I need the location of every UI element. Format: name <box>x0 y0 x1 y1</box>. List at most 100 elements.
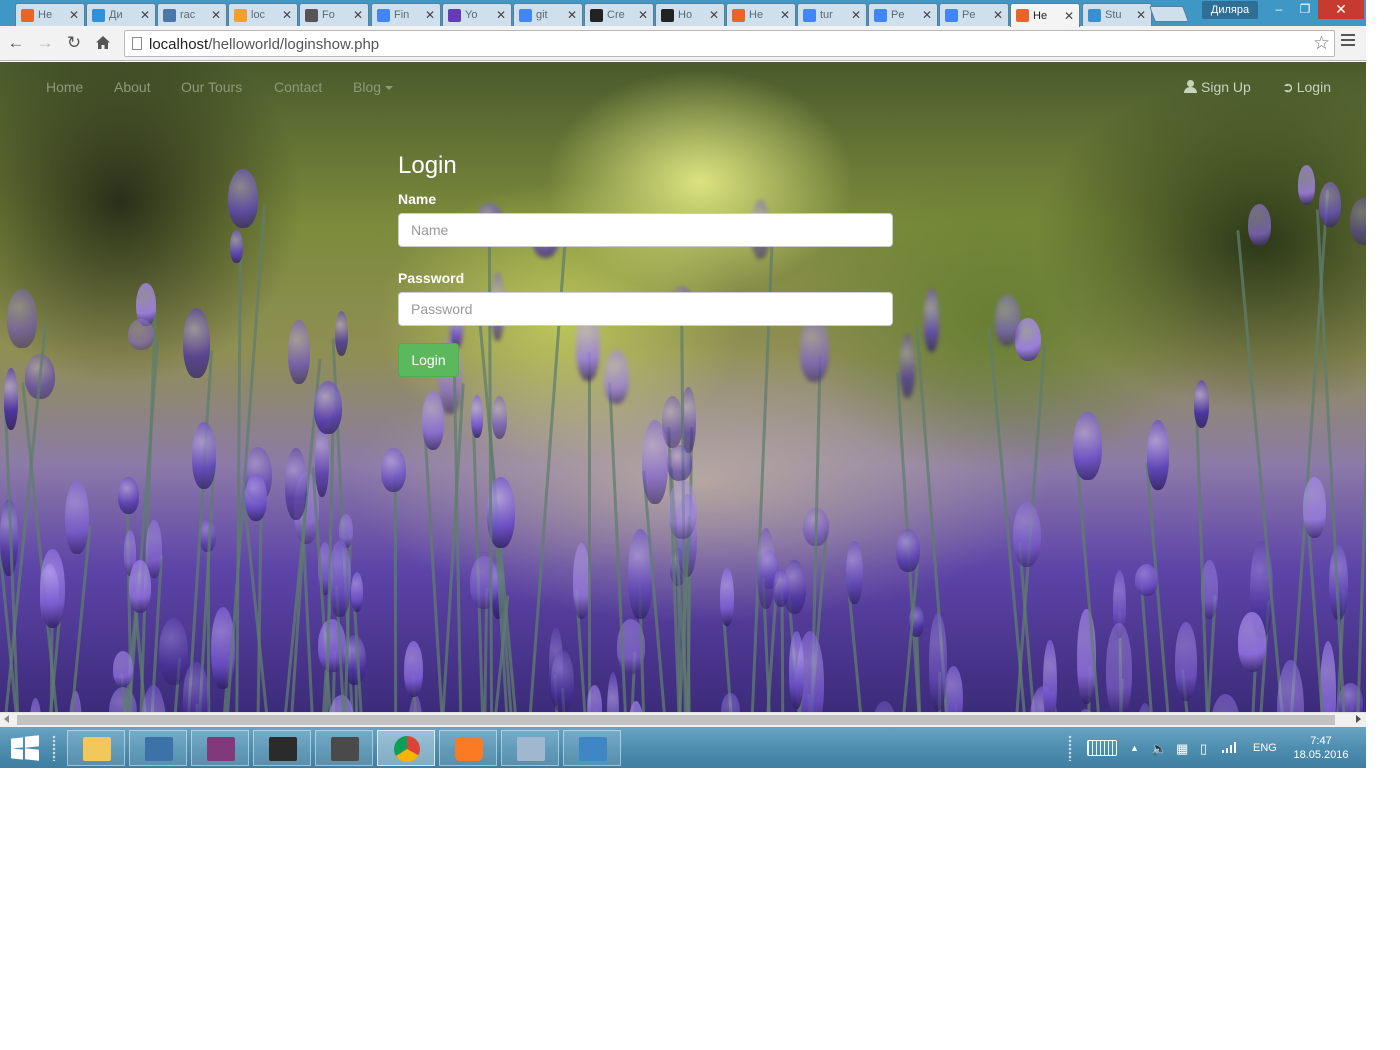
browser-tab[interactable]: rac ✕ <box>157 3 227 26</box>
browser-tab[interactable]: He ✕ <box>1010 3 1080 27</box>
taskbar-file-explorer-button[interactable] <box>67 730 125 766</box>
battery-icon[interactable]: ▯ <box>1200 741 1207 757</box>
browser-tab[interactable]: Ho ✕ <box>655 3 725 26</box>
profile-button[interactable]: Диляра <box>1202 1 1258 19</box>
browser-tab[interactable]: Pe ✕ <box>939 3 1009 26</box>
lavender-flower <box>899 334 916 398</box>
browser-tab[interactable]: tur ✕ <box>797 3 867 26</box>
chrome-icon <box>394 736 420 762</box>
tab-title: He <box>1033 9 1048 22</box>
tab-title: Ди <box>109 9 123 21</box>
tab-close-icon[interactable]: ✕ <box>779 8 791 22</box>
tab-close-icon[interactable]: ✕ <box>708 8 720 22</box>
browser-tab[interactable]: Pe ✕ <box>868 3 938 26</box>
tab-close-icon[interactable]: ✕ <box>637 8 649 22</box>
lavender-flower <box>756 528 776 610</box>
show-hidden-icons-icon[interactable]: ▲ <box>1130 743 1139 753</box>
password-label: Password <box>398 270 465 286</box>
scrollbar-thumb[interactable] <box>17 715 1335 725</box>
tab-close-icon[interactable]: ✕ <box>68 8 80 22</box>
scroll-left-arrow-icon[interactable] <box>4 715 9 723</box>
browser-tab[interactable]: git ✕ <box>513 3 583 26</box>
lavender-flower <box>285 447 308 520</box>
nav-tours-link[interactable]: Our Tours <box>181 79 242 95</box>
lavender-flower <box>328 540 351 617</box>
reload-button[interactable]: ↻ <box>62 32 86 54</box>
network-signal-icon[interactable] <box>1222 741 1238 756</box>
browser-tab[interactable]: Fo ✕ <box>299 3 369 26</box>
tab-close-icon[interactable]: ✕ <box>139 8 151 22</box>
taskbar-onenote-button[interactable] <box>191 730 249 766</box>
github-icon <box>590 8 603 22</box>
lavender-flower <box>1042 640 1057 712</box>
nav-about-link[interactable]: About <box>114 79 151 95</box>
scroll-right-arrow-icon[interactable] <box>1356 715 1361 723</box>
nav-contact-link[interactable]: Contact <box>274 79 322 95</box>
taskbar-sublime-text-button[interactable] <box>315 730 373 766</box>
tab-close-icon[interactable]: ✕ <box>352 8 364 22</box>
nav-blog-dropdown[interactable]: Blog <box>353 79 394 95</box>
tab-close-icon[interactable]: ✕ <box>921 8 933 22</box>
password-input[interactable] <box>398 292 893 326</box>
lavender-flower <box>146 519 163 578</box>
sublime-icon <box>331 737 359 761</box>
nav-home-link[interactable]: Home <box>46 79 83 95</box>
tab-close-icon[interactable]: ✕ <box>566 8 578 22</box>
address-bar[interactable]: localhost/helloworld/loginshow.php ☆ <box>124 30 1335 57</box>
language-indicator[interactable]: ENG <box>1253 742 1277 754</box>
home-button[interactable] <box>91 32 115 54</box>
volume-icon[interactable]: 🔈 <box>1151 741 1167 757</box>
login-submit-button[interactable]: Login <box>398 343 459 377</box>
browser-tab[interactable]: He ✕ <box>15 3 85 26</box>
action-center-icon[interactable]: ▦ <box>1176 741 1188 757</box>
tab-close-icon[interactable]: ✕ <box>281 8 293 22</box>
taskbar-python-button[interactable] <box>129 730 187 766</box>
lavender-flower <box>1319 182 1341 227</box>
taskbar-chrome-button[interactable] <box>377 730 435 766</box>
tab-close-icon[interactable]: ✕ <box>850 8 862 22</box>
horizontal-scrollbar[interactable] <box>0 712 1366 727</box>
docs-icon <box>377 8 390 22</box>
new-tab-button[interactable] <box>1149 6 1189 22</box>
lavender-flower <box>117 476 139 514</box>
phpmyadmin-icon <box>234 8 247 22</box>
browser-tab[interactable]: Stu ✕ <box>1082 3 1152 26</box>
nav-login-link[interactable]: ➲ Login <box>1282 79 1331 96</box>
lavender-flower <box>667 479 697 540</box>
xampp-icon <box>21 8 34 22</box>
back-button[interactable]: ← <box>4 32 28 54</box>
taskbar-console-button[interactable] <box>253 730 311 766</box>
browser-tab[interactable]: Cre ✕ <box>584 3 654 26</box>
lavender-flower <box>470 555 498 610</box>
browser-tab[interactable]: Yo ✕ <box>442 3 512 26</box>
browser-tab[interactable]: Fin ✕ <box>371 3 441 26</box>
browser-tab[interactable]: He ✕ <box>726 3 796 26</box>
browser-tabstrip: He ✕ Ди ✕ rac ✕ loc ✕ Fo ✕ Fin ✕ Yo ✕ git ✕ Cre ✕ Ho ✕ He ✕ tu… <box>0 0 1366 27</box>
url-host: localhost <box>149 36 209 53</box>
restore-button[interactable]: ❐ <box>1292 0 1318 19</box>
taskbar-paint-button[interactable] <box>501 730 559 766</box>
chrome-menu-icon[interactable] <box>1341 34 1355 47</box>
name-input[interactable] <box>398 213 893 247</box>
nav-signup-link[interactable]: Sign Up <box>1184 79 1251 95</box>
tab-close-icon[interactable]: ✕ <box>992 8 1004 22</box>
tab-close-icon[interactable]: ✕ <box>210 8 222 22</box>
tab-close-icon[interactable]: ✕ <box>1063 9 1075 23</box>
tab-close-icon[interactable]: ✕ <box>495 8 507 22</box>
tab-close-icon[interactable]: ✕ <box>424 8 436 22</box>
taskbar-photos-button[interactable] <box>563 730 621 766</box>
lavender-flower <box>772 568 790 608</box>
bookmark-star-icon[interactable]: ☆ <box>1313 32 1330 55</box>
tab-close-icon[interactable]: ✕ <box>1135 8 1147 22</box>
clock[interactable]: 7:47 18.05.2016 <box>1290 734 1352 762</box>
close-window-button[interactable]: ✕ <box>1318 0 1364 19</box>
browser-tab[interactable]: loc ✕ <box>228 3 298 26</box>
windows-start-button[interactable] <box>11 735 39 761</box>
vk-icon <box>163 8 176 22</box>
taskbar-xampp-button[interactable] <box>439 730 497 766</box>
touch-keyboard-icon[interactable] <box>1087 740 1117 756</box>
minimize-button[interactable]: – <box>1266 0 1292 19</box>
forward-button[interactable]: → <box>33 32 57 54</box>
browser-tab[interactable]: Ди ✕ <box>86 3 156 26</box>
url-text[interactable]: localhost/helloworld/loginshow.php <box>149 36 379 53</box>
